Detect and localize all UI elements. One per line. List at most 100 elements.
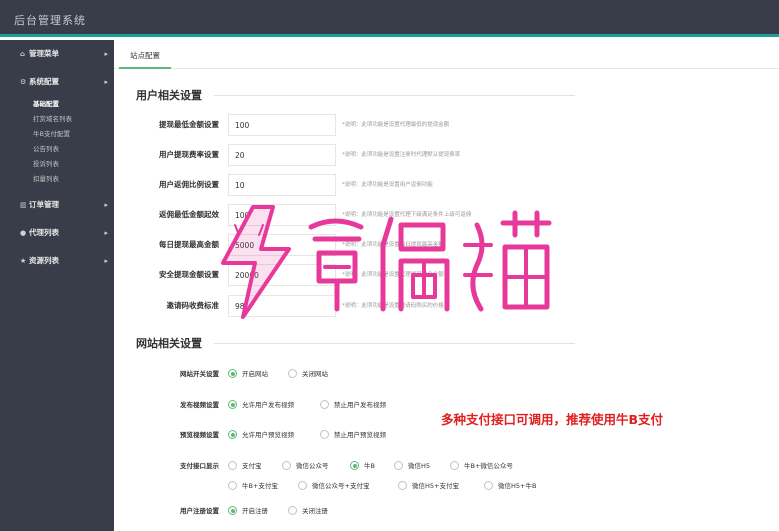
sidebar-subitem-domain-list[interactable]: 打赏域名列表: [0, 112, 114, 127]
sidebar-item-label: 管理菜单: [29, 49, 59, 58]
radio-pay-wechat-mp[interactable]: 微信公众号: [282, 459, 329, 473]
star-icon: ★: [20, 257, 27, 265]
radio-unchecked-icon: [320, 430, 329, 439]
radio-pay-alipay[interactable]: 支付宝: [228, 459, 262, 473]
section-title-site-settings: 网站相关设置: [136, 337, 202, 350]
invite-fee-input[interactable]: [228, 295, 336, 317]
radio-row-preview-video: 预览视频设置 允许用户预览视频 禁止用户预览视频: [122, 428, 762, 442]
chevron-right-icon: ▸: [104, 201, 108, 209]
radio-unchecked-icon: [228, 481, 237, 490]
radio-close-register[interactable]: 关闭注册: [288, 504, 328, 518]
radio-unchecked-icon: [398, 481, 407, 490]
form-row-invite-fee: 邀请码收费标准 *说明：此项功能是设置邀请码购买的价格: [122, 295, 682, 317]
tab-site-config[interactable]: 站点配置: [119, 40, 171, 69]
field-label: 发布视频设置: [180, 401, 219, 409]
sidebar-item-orders[interactable]: ▥ 订单管理 ▸: [0, 191, 114, 219]
radio-row-register: 用户注册设置 开启注册 关闭注册: [122, 504, 762, 518]
sidebar-subitem-deductions[interactable]: 扣量列表: [0, 172, 114, 187]
sidebar-item-label: 订单管理: [29, 200, 59, 209]
sidebar-subitem-announcements[interactable]: 公告列表: [0, 142, 114, 157]
sidebar-subitem-basic-config[interactable]: 基础配置: [0, 97, 114, 112]
radio-checked-icon: [228, 506, 237, 515]
sidebar-item-resources[interactable]: ★ 资源列表 ▸: [0, 247, 114, 275]
radio-unchecked-icon: [394, 461, 403, 470]
field-label: 邀请码收费标准: [166, 301, 220, 310]
field-label: 每日提现最高金额: [159, 240, 219, 249]
radio-pay-wechat-h5-alipay[interactable]: 微信H5+支付宝: [398, 479, 459, 493]
radio-unchecked-icon: [282, 461, 291, 470]
home-icon: ⌂: [20, 50, 26, 58]
radio-unchecked-icon: [288, 369, 297, 378]
sidebar-item-system-config[interactable]: ⚙ 系统配置 ▸: [0, 68, 114, 96]
field-label: 返佣最低金额起效: [159, 210, 219, 219]
radio-unchecked-icon: [228, 461, 237, 470]
promo-text: 多种支付接口可调用，推荐使用牛B支付: [441, 412, 664, 427]
radio-pay-wechat-mp-alipay[interactable]: 微信公众号+支付宝: [298, 479, 369, 493]
radio-row-site-switch: 网站开关设置 开启网站 关闭网站: [122, 367, 762, 381]
sidebar-submenu-system-config: 基础配置 打赏域名列表 牛B支付配置 公告列表 投诉列表 扣量列表: [0, 96, 114, 191]
radio-pay-niub-alipay[interactable]: 牛B+支付宝: [228, 479, 278, 493]
radio-row-payment: 支付接口显示 支付宝 微信公众号 牛B 微信H5 牛B+微信公众号 牛B+支付宝…: [122, 459, 762, 495]
safe-amount-input[interactable]: [228, 264, 336, 286]
sidebar-item-label: 系统配置: [29, 77, 59, 86]
radio-checked-icon: [228, 369, 237, 378]
field-label: 用户提现费率设置: [159, 150, 219, 159]
sidebar-subitem-payment-config[interactable]: 牛B支付配置: [0, 127, 114, 142]
sidebar: ⌂ 管理菜单 ▸ ⚙ 系统配置 ▸ 基础配置 打赏域名列表 牛B支付配置 公告列表 …: [0, 40, 114, 531]
form-row-min-withdraw: 提现最低金额设置 *说明：此项功能是设置代理最低的提现金额: [122, 114, 682, 136]
min-withdraw-input[interactable]: [228, 114, 336, 136]
radio-unchecked-icon: [288, 506, 297, 515]
sidebar-subitem-complaints[interactable]: 投诉列表: [0, 157, 114, 172]
radio-pay-wechat-h5[interactable]: 微信H5: [394, 459, 430, 473]
sidebar-item-label: 资源列表: [29, 256, 59, 265]
form-row-safe-amount: 安全提现金额设置 *说明：此项功能是设置代理提现安全金额: [122, 264, 682, 286]
radio-forbid-publish[interactable]: 禁止用户发布视频: [320, 398, 386, 412]
field-label: 用户注册设置: [180, 507, 219, 515]
form-row-daily-max: 每日提现最高金额 *说明：此项功能是设置每日提现最高金额: [122, 234, 682, 256]
chevron-right-icon: ▸: [104, 229, 108, 237]
field-hint: *说明：此项功能是设置代理提现安全金额: [342, 272, 444, 278]
radio-pay-wechat-h5-niub[interactable]: 微信H5+牛B: [484, 479, 536, 493]
section-title-user-settings: 用户相关设置: [136, 89, 202, 102]
field-hint: *说明：此项功能是设置注册时代理默认提现费率: [342, 152, 461, 158]
chevron-right-icon: ▸: [104, 50, 108, 58]
radio-allow-preview[interactable]: 允许用户预览视频: [228, 428, 294, 442]
radio-allow-publish[interactable]: 允许用户发布视频: [228, 398, 294, 412]
daily-max-input[interactable]: [228, 234, 336, 256]
section-divider: [214, 95, 575, 96]
radio-checked-icon: [228, 400, 237, 409]
field-hint: *说明：此项功能是设置用户返佣功能: [342, 182, 433, 188]
radio-pay-niub-wechat-mp[interactable]: 牛B+微信公众号: [450, 459, 513, 473]
field-hint: *说明：此项功能是设置每日提现最高金额: [342, 242, 444, 248]
field-label: 支付接口显示: [180, 462, 219, 470]
radio-open-register[interactable]: 开启注册: [228, 504, 268, 518]
radio-unchecked-icon: [484, 481, 493, 490]
radio-checked-icon: [228, 430, 237, 439]
form-row-rebate-min: 返佣最低金额起效 *说明：此项功能是设置代理下级满足条件上级可返佣: [122, 204, 682, 226]
radio-forbid-preview[interactable]: 禁止用户预览视频: [320, 428, 386, 442]
field-label: 安全提现金额设置: [159, 270, 219, 279]
withdraw-fee-input[interactable]: [228, 144, 336, 166]
sidebar-item-manage-menu[interactable]: ⌂ 管理菜单 ▸: [0, 40, 114, 68]
radio-unchecked-icon: [450, 461, 459, 470]
chevron-right-icon: ▸: [104, 78, 108, 86]
sidebar-item-agents[interactable]: ● 代理列表 ▸: [0, 219, 114, 247]
rebate-ratio-input[interactable]: [228, 174, 336, 196]
gears-icon: ⚙: [20, 78, 27, 86]
section-divider: [214, 343, 575, 344]
radio-checked-icon: [350, 461, 359, 470]
app-title: 后台管理系统: [14, 14, 86, 27]
rebate-min-input[interactable]: [228, 204, 336, 226]
form-row-withdraw-fee: 用户提现费率设置 *说明：此项功能是设置注册时代理默认提现费率: [122, 144, 682, 166]
radio-close-site[interactable]: 关闭网站: [288, 367, 328, 381]
field-hint: *说明：此项功能是设置代理最低的提现金额: [342, 122, 450, 128]
field-label: 网站开关设置: [180, 370, 219, 378]
field-label: 提现最低金额设置: [159, 120, 219, 129]
radio-pay-niub[interactable]: 牛B: [350, 459, 375, 473]
sidebar-item-label: 代理列表: [29, 228, 59, 237]
field-hint: *说明：此项功能是设置代理下级满足条件上级可返佣: [342, 212, 472, 218]
bar-chart-icon: ▥: [20, 201, 27, 209]
radio-open-site[interactable]: 开启网站: [228, 367, 268, 381]
user-icon: ●: [20, 229, 27, 237]
field-hint: *说明：此项功能是设置邀请码购买的价格: [342, 303, 444, 309]
